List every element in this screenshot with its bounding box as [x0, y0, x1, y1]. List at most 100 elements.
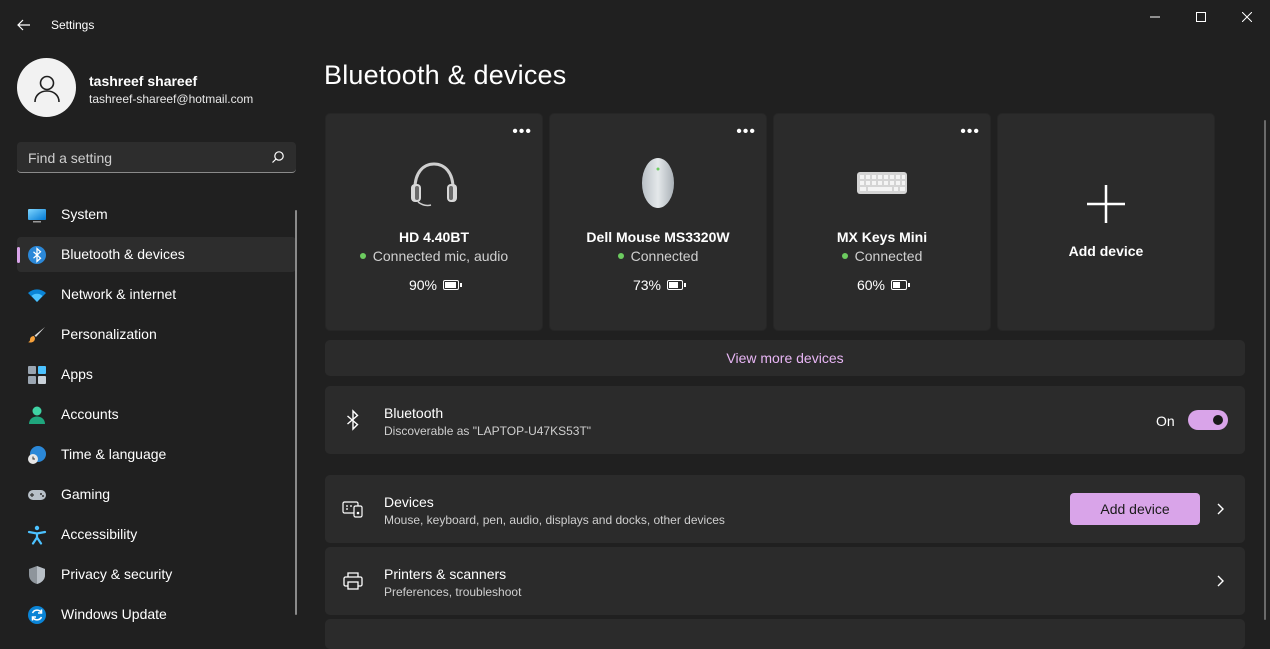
close-icon [1242, 12, 1252, 22]
refresh-icon [27, 605, 47, 625]
battery-level: 90% [326, 277, 542, 293]
battery-icon [667, 280, 683, 290]
active-indicator [17, 247, 20, 263]
devices-subtitle: Mouse, keyboard, pen, audio, displays an… [384, 513, 725, 527]
mouse-icon [640, 156, 676, 210]
sidebar-item-label: System [61, 206, 108, 222]
sidebar-item-network[interactable]: Network & internet [17, 277, 296, 312]
add-device-button[interactable]: Add device [1070, 493, 1200, 525]
search-icon [271, 150, 285, 164]
device-image [326, 154, 542, 212]
device-status: Connected [774, 248, 990, 264]
devices-row[interactable]: Devices Mouse, keyboard, pen, audio, dis… [325, 475, 1245, 543]
connected-dot [842, 253, 848, 259]
chevron-right-icon [1213, 574, 1227, 588]
bluetooth-row: Bluetooth Discoverable as "LAPTOP-U47KS5… [325, 386, 1245, 454]
sidebar-item-label: Privacy & security [61, 566, 172, 582]
device-image [774, 154, 990, 212]
sidebar-item-system[interactable]: System [17, 197, 296, 232]
maximize-icon [1196, 12, 1206, 22]
device-name: HD 4.40BT [326, 229, 542, 245]
bluetooth-icon [342, 409, 364, 431]
bluetooth-state-label: On [1156, 413, 1175, 429]
toggle-knob [1213, 415, 1223, 425]
view-more-label: View more devices [726, 350, 843, 366]
title-bar: Settings [0, 0, 1270, 50]
more-options-button[interactable]: ••• [512, 126, 532, 138]
sidebar-scrollbar[interactable] [295, 210, 297, 615]
minimize-icon [1150, 12, 1160, 22]
device-status-text: Connected [855, 248, 923, 264]
sidebar-item-bluetooth-devices[interactable]: Bluetooth & devices [17, 237, 296, 272]
sidebar-item-accessibility[interactable]: Accessibility [17, 517, 296, 552]
device-status: Connected [550, 248, 766, 264]
search-input[interactable]: Find a setting [17, 142, 296, 173]
sidebar-item-accounts[interactable]: Accounts [17, 397, 296, 432]
plus-icon [1086, 184, 1126, 224]
plus-icon-wrap [998, 184, 1214, 228]
search-placeholder: Find a setting [28, 150, 112, 166]
sidebar-item-label: Windows Update [61, 606, 167, 622]
device-name: MX Keys Mini [774, 229, 990, 245]
sidebar-item-label: Accessibility [61, 526, 137, 542]
avatar[interactable] [17, 58, 76, 117]
next-settings-row[interactable] [325, 619, 1245, 649]
sidebar-item-windows-update[interactable]: Windows Update [17, 597, 296, 632]
minimize-button[interactable] [1132, 0, 1178, 34]
sidebar-item-label: Accounts [61, 406, 119, 422]
wifi-icon [27, 285, 47, 305]
sidebar-item-personalization[interactable]: Personalization [17, 317, 296, 352]
gamepad-icon [27, 485, 47, 505]
bluetooth-subtitle: Discoverable as "LAPTOP-U47KS53T" [384, 424, 591, 438]
sidebar-item-label: Network & internet [61, 286, 176, 302]
device-image [550, 154, 766, 212]
add-device-card-label: Add device [998, 243, 1214, 259]
device-name: Dell Mouse MS3320W [550, 229, 766, 245]
user-email: tashreef-shareef@hotmail.com [89, 92, 253, 106]
battery-level: 60% [774, 277, 990, 293]
device-card-mouse[interactable]: ••• Dell Mouse MS3320W Connected 73% [549, 113, 767, 331]
add-device-card[interactable]: Add device [997, 113, 1215, 331]
headphones-icon [408, 158, 460, 208]
device-card-headphones[interactable]: ••• HD 4.40BT Connected mic, audio 90% [325, 113, 543, 331]
device-status-text: Connected mic, audio [373, 248, 508, 264]
battery-text: 90% [409, 277, 437, 293]
sidebar-item-label: Time & language [61, 446, 166, 462]
sidebar-item-gaming[interactable]: Gaming [17, 477, 296, 512]
sidebar-item-apps[interactable]: Apps [17, 357, 296, 392]
device-card-keyboard[interactable]: ••• MX Keys Mini Connected 60% [773, 113, 991, 331]
battery-level: 73% [550, 277, 766, 293]
apps-icon [27, 365, 47, 385]
printers-subtitle: Preferences, troubleshoot [384, 585, 521, 599]
printers-scanners-row[interactable]: Printers & scanners Preferences, trouble… [325, 547, 1245, 615]
arrow-left-icon [17, 19, 31, 31]
bluetooth-toggle[interactable] [1188, 410, 1228, 430]
person-icon [27, 405, 47, 425]
brush-icon [27, 325, 47, 345]
accessibility-icon [27, 525, 47, 545]
close-button[interactable] [1224, 0, 1270, 34]
printer-icon [342, 570, 364, 592]
more-options-button[interactable]: ••• [960, 126, 980, 138]
monitor-icon [27, 205, 47, 225]
devices-icon [342, 498, 364, 520]
sidebar-item-privacy-security[interactable]: Privacy & security [17, 557, 296, 592]
sidebar-item-label: Bluetooth & devices [61, 246, 185, 262]
sidebar-item-time-language[interactable]: Time & language [17, 437, 296, 472]
globe-clock-icon [27, 445, 47, 465]
device-status: Connected mic, audio [326, 248, 542, 264]
connected-dot [360, 253, 366, 259]
device-status-text: Connected [631, 248, 699, 264]
connected-dot [618, 253, 624, 259]
battery-icon [443, 280, 459, 290]
battery-icon [891, 280, 907, 290]
devices-title: Devices [384, 494, 434, 510]
shield-icon [27, 565, 47, 585]
main-scrollbar[interactable] [1264, 120, 1266, 620]
maximize-button[interactable] [1178, 0, 1224, 34]
bluetooth-icon [27, 245, 47, 265]
battery-text: 73% [633, 277, 661, 293]
more-options-button[interactable]: ••• [736, 126, 756, 138]
view-more-devices-link[interactable]: View more devices [325, 340, 1245, 376]
back-button[interactable] [8, 10, 40, 40]
